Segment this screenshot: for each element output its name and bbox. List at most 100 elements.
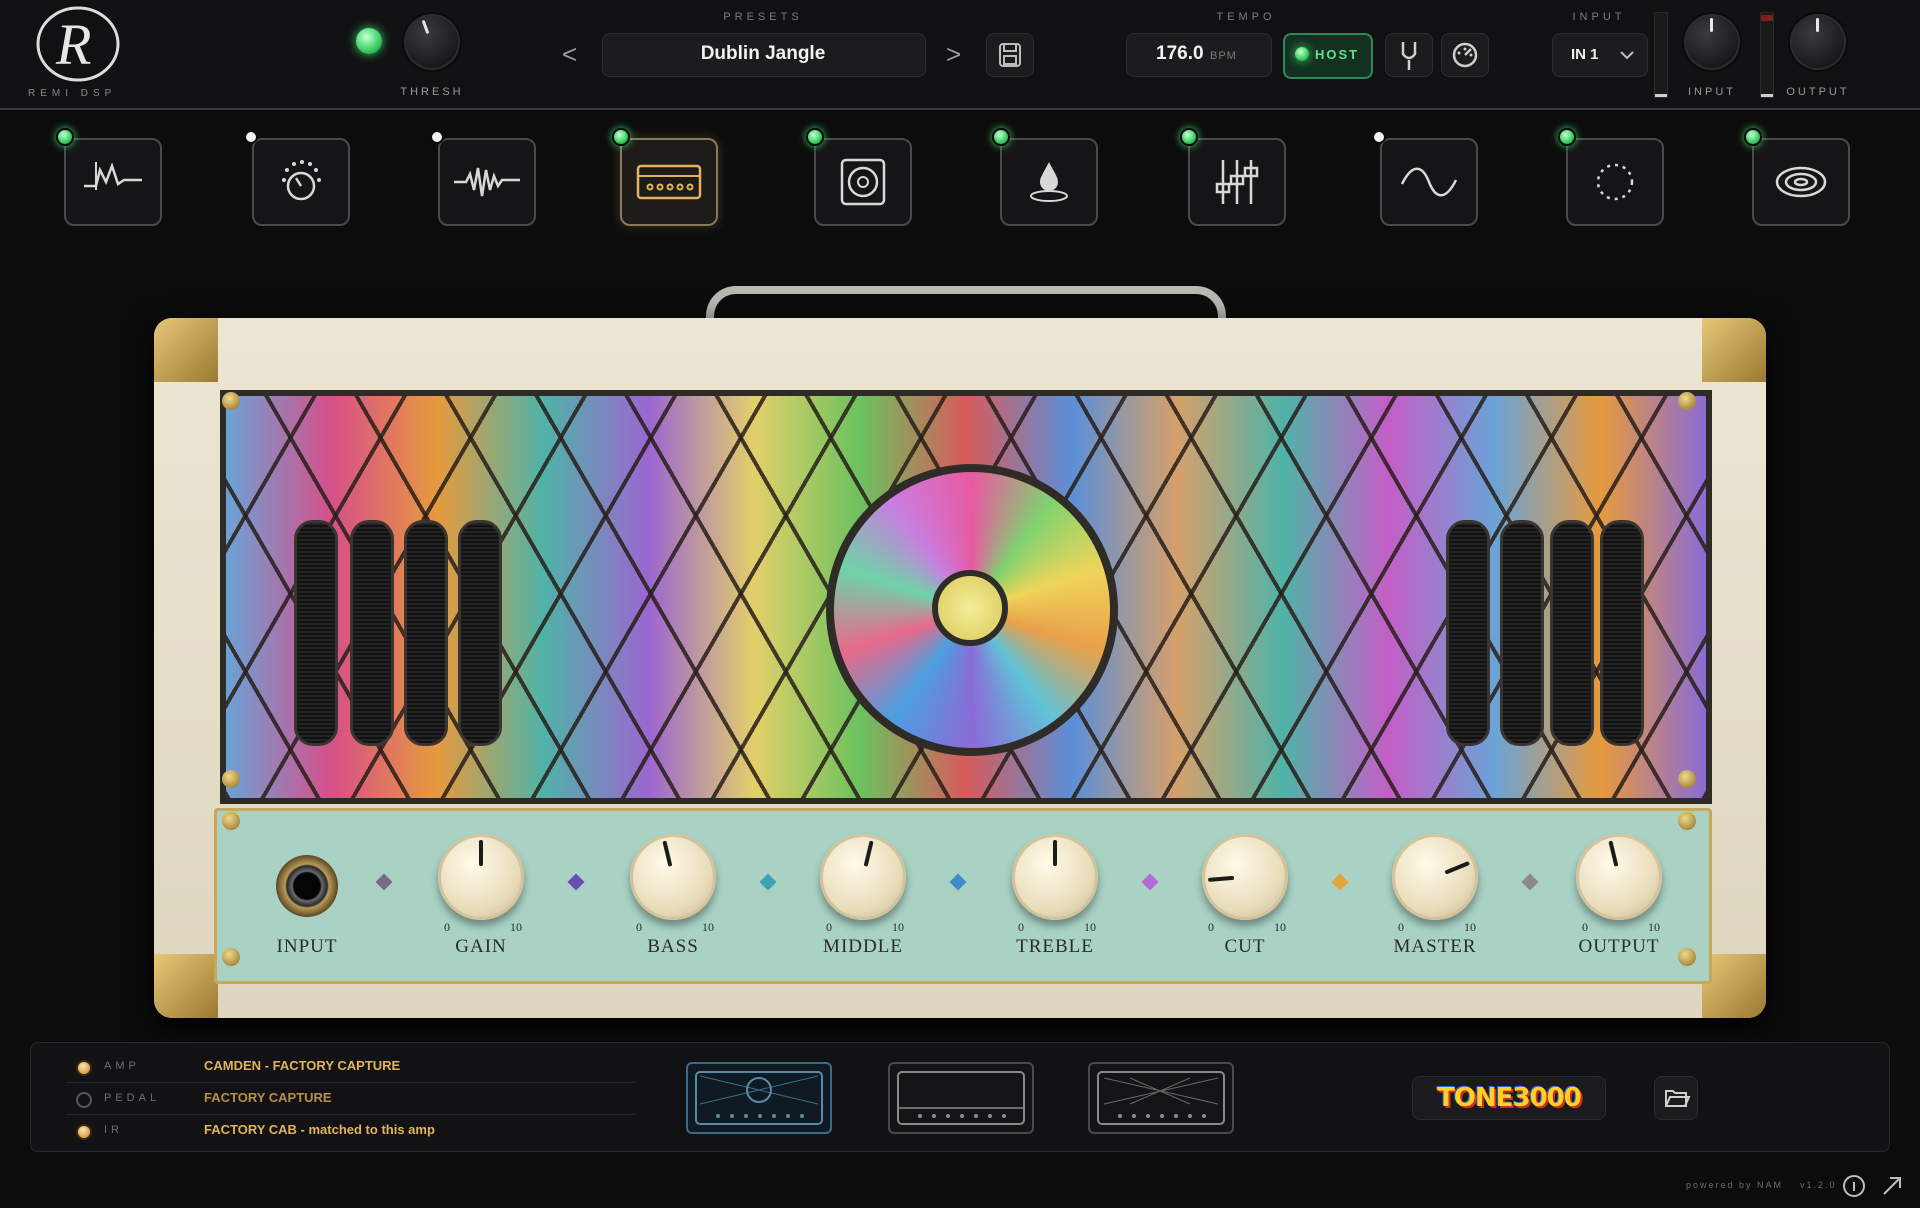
amp-knob-treble[interactable] <box>1012 834 1098 920</box>
prev-preset-button[interactable]: < <box>562 33 577 75</box>
screw <box>1678 812 1696 830</box>
input-jack[interactable] <box>276 855 338 917</box>
fx-slot-amp[interactable] <box>620 138 718 226</box>
fx-power-led[interactable] <box>56 128 74 146</box>
amp-thumbnail[interactable] <box>1088 1062 1234 1134</box>
dotted-circle-delay-icon <box>1596 163 1634 201</box>
fx-power-led[interactable] <box>992 128 1010 146</box>
screw <box>222 770 240 788</box>
fx-power-led[interactable] <box>806 128 824 146</box>
amp-head-icon <box>695 1071 823 1125</box>
tempo-unit: BPM <box>1210 50 1237 62</box>
amp-knob-label: OUTPUT <box>1578 936 1660 957</box>
fx-slot-noise-gate[interactable] <box>64 138 162 226</box>
info-icon[interactable] <box>1842 1174 1866 1198</box>
knob-pointer <box>1053 840 1057 866</box>
fx-power-led[interactable] <box>1744 128 1762 146</box>
svg-text:R: R <box>55 12 91 77</box>
rosette-center <box>932 570 1008 646</box>
input-gain-knob[interactable] <box>1684 14 1740 70</box>
save-preset-button[interactable] <box>986 33 1034 77</box>
scale-max: 10 <box>892 920 904 934</box>
thresh-knob[interactable] <box>404 14 460 70</box>
fx-slot-eq-sliders[interactable] <box>1188 138 1286 226</box>
scale-max: 10 <box>510 920 522 934</box>
powered-by-label: powered by NAM <box>1686 1180 1784 1190</box>
scale-min: 0 <box>1582 920 1588 934</box>
loader-row-value[interactable]: CAMDEN - FACTORY CAPTURE <box>204 1058 400 1073</box>
fx-power-led[interactable] <box>430 130 444 144</box>
amp-knob-gain[interactable] <box>438 834 524 920</box>
vent-slot <box>1600 520 1644 746</box>
tone3000-button[interactable]: TONE3000 <box>1412 1076 1606 1120</box>
amp-knob-label: GAIN <box>455 936 507 957</box>
fx-slot-sine-modulation[interactable] <box>1380 138 1478 226</box>
gauge-icon <box>1452 42 1478 68</box>
loader-row-led[interactable] <box>76 1060 92 1076</box>
amp-knob-output[interactable] <box>1576 834 1662 920</box>
loader-row-key: IR <box>104 1124 123 1136</box>
chevron-down-icon <box>1620 51 1634 60</box>
amp-head-icon <box>897 1071 1025 1125</box>
scale-min: 0 <box>636 920 642 934</box>
next-preset-button[interactable]: > <box>946 33 961 75</box>
amp-knob-master[interactable] <box>1392 834 1478 920</box>
folder-icon <box>1665 1090 1691 1107</box>
save-icon <box>999 43 1021 67</box>
loader-row-led[interactable] <box>76 1092 92 1108</box>
corner-cap <box>154 318 218 382</box>
amp-knob-label: MIDDLE <box>823 936 903 957</box>
knob-pointer <box>1608 840 1619 867</box>
fx-power-led[interactable] <box>244 130 258 144</box>
scale-max: 10 <box>702 920 714 934</box>
loader-row-led[interactable] <box>76 1124 92 1140</box>
tuner-button[interactable] <box>1385 33 1433 77</box>
output-gain-knob[interactable] <box>1790 14 1846 70</box>
loader-row-value[interactable]: FACTORY CAB - matched to this amp <box>204 1122 435 1137</box>
vent-slot <box>404 520 448 746</box>
eq-sliders-icon <box>1215 160 1259 204</box>
fx-power-led[interactable] <box>612 128 630 146</box>
resize-icon[interactable] <box>1880 1174 1904 1198</box>
fx-power-led[interactable] <box>1180 128 1198 146</box>
fx-slot-dotted-circle-delay[interactable] <box>1566 138 1664 226</box>
amp-knob-bass[interactable] <box>630 834 716 920</box>
input-select-value: IN 1 <box>1571 46 1599 63</box>
fx-slot-drive-knob[interactable] <box>252 138 350 226</box>
corner-cap <box>154 954 218 1018</box>
fx-slot-ripple[interactable] <box>1752 138 1850 226</box>
open-folder-button[interactable] <box>1654 1076 1698 1120</box>
fx-slot-drop-reverb[interactable] <box>1000 138 1098 226</box>
scale-max: 10 <box>1464 920 1476 934</box>
gate-led[interactable] <box>356 28 382 54</box>
scale-min: 0 <box>1398 920 1404 934</box>
scale-min: 0 <box>1018 920 1024 934</box>
input-section-label: INPUT <box>1572 11 1626 23</box>
loader-row-value[interactable]: FACTORY CAPTURE <box>204 1090 332 1105</box>
amp-knob-label: CUT <box>1224 936 1266 957</box>
knob-pointer <box>662 840 673 867</box>
screw <box>222 812 240 830</box>
amp-thumbnail-selected[interactable] <box>686 1062 832 1134</box>
input-select[interactable]: IN 1 <box>1552 33 1648 77</box>
fx-slot-speaker-cab[interactable] <box>814 138 912 226</box>
fx-slot-waveform[interactable] <box>438 138 536 226</box>
scale-max: 10 <box>1084 920 1096 934</box>
amp-knob-cut[interactable] <box>1202 834 1288 920</box>
amp-thumbnail[interactable] <box>888 1062 1034 1134</box>
fx-power-led[interactable] <box>1558 128 1576 146</box>
noise-gate-icon <box>84 162 142 190</box>
fx-power-led[interactable] <box>1372 130 1386 144</box>
presets-label: PRESETS <box>723 11 803 23</box>
amp-knob-label: MASTER <box>1393 936 1477 957</box>
scale-max: 10 <box>1648 920 1660 934</box>
amp-knob-label: BASS <box>647 936 699 957</box>
loader-row-key: PEDAL <box>104 1092 161 1104</box>
metronome-button[interactable] <box>1441 33 1489 77</box>
screw <box>1678 770 1696 788</box>
scale-min: 0 <box>826 920 832 934</box>
version-label: v1.2.0 <box>1800 1180 1837 1190</box>
host-sync-button[interactable]: HOST <box>1283 33 1373 79</box>
amp-knob-middle[interactable] <box>820 834 906 920</box>
drop-reverb-icon <box>1030 162 1068 202</box>
